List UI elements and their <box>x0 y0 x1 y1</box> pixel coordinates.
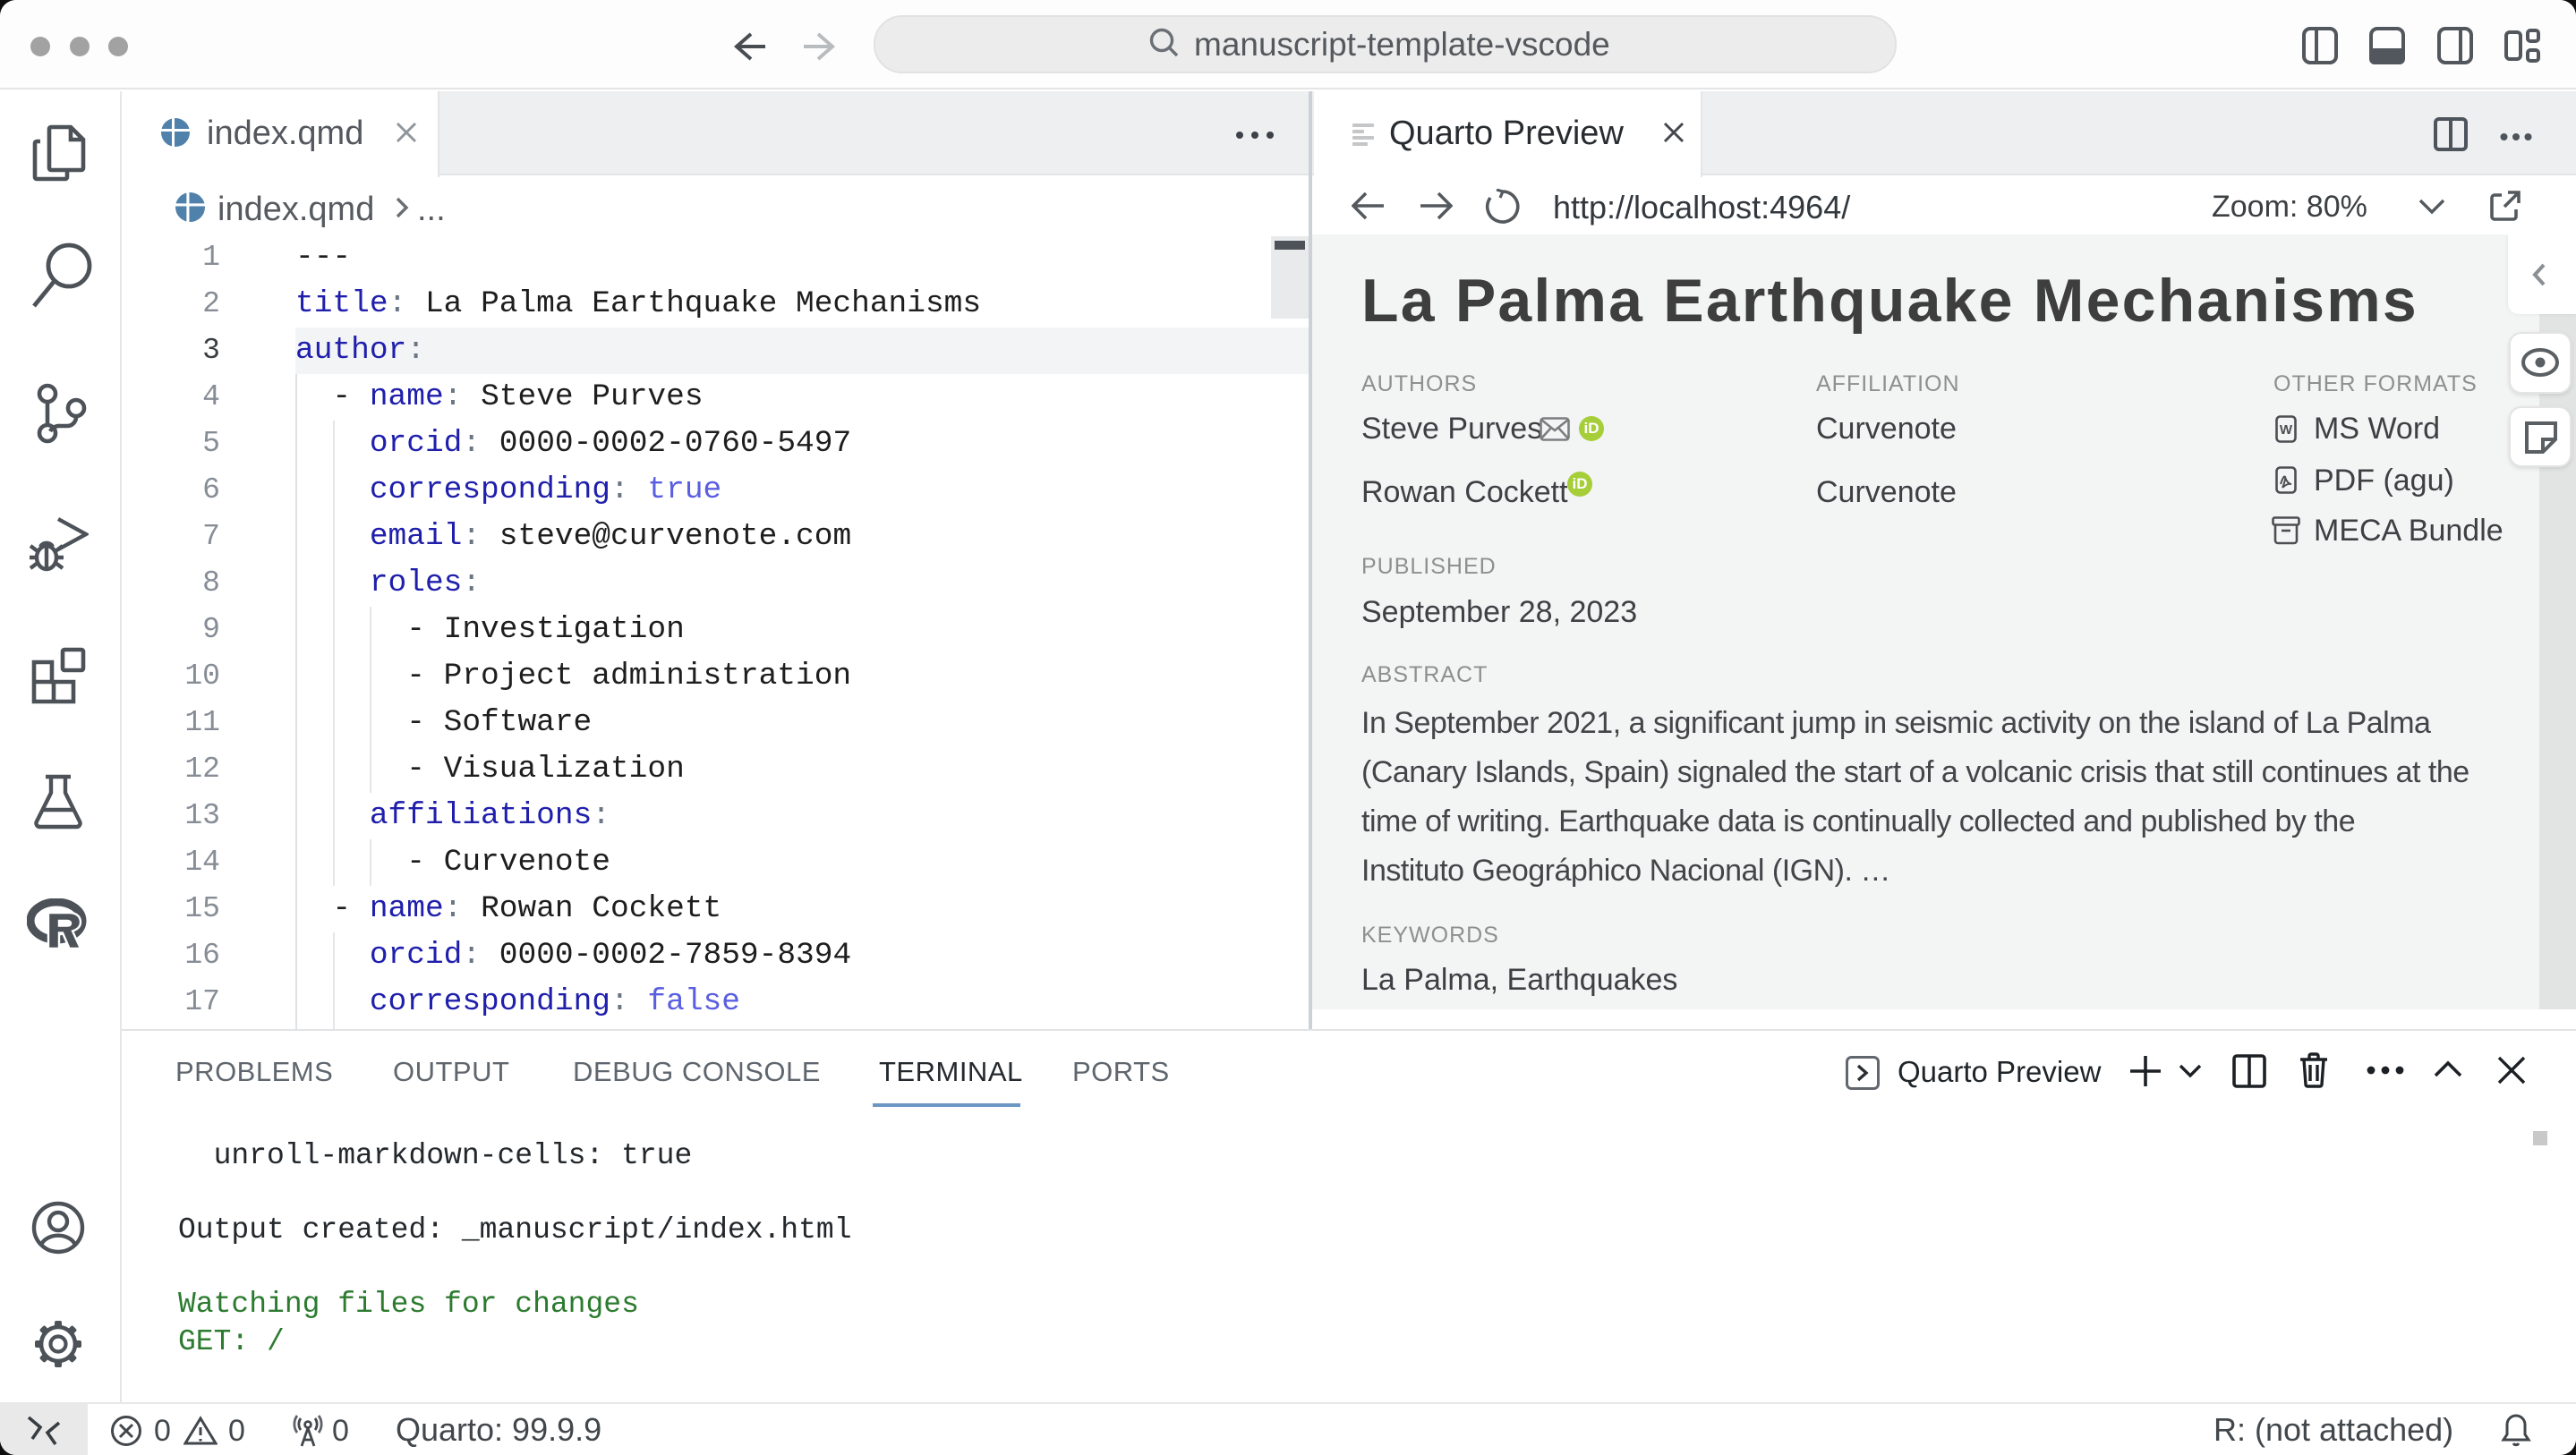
svg-text:W: W <box>2280 422 2293 438</box>
